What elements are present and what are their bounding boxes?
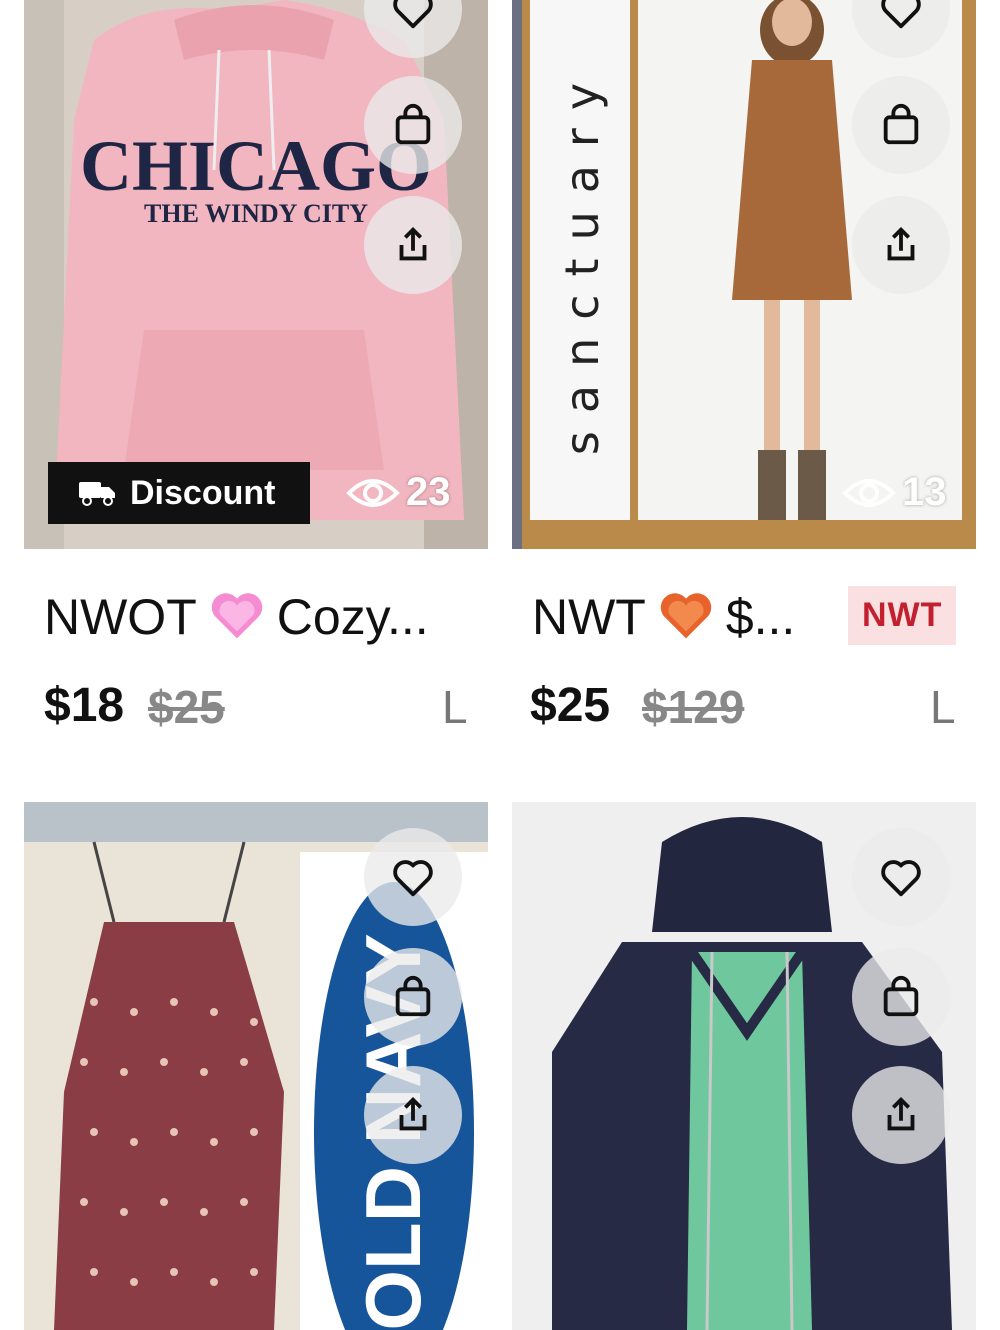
brand-banner: sanctuary <box>555 65 609 455</box>
pink-heart-icon <box>209 589 265 653</box>
share-button[interactable] <box>852 1066 950 1164</box>
eye-icon <box>346 478 400 507</box>
condition-tag: NWT <box>848 586 957 645</box>
sale-price: $25 <box>530 679 611 732</box>
heart-icon <box>393 860 433 897</box>
listing-title-text: NWOT <box>44 589 197 645</box>
discount-badge-label: Discount <box>130 473 276 512</box>
eye-icon <box>842 478 896 507</box>
listing-card[interactable]: OLD NAVY <box>24 802 488 1330</box>
listing-title[interactable]: NWT $... <box>532 588 795 653</box>
shopping-bag-icon <box>395 975 431 1017</box>
share-icon <box>399 226 427 261</box>
listing-title-text: NWT <box>532 589 646 645</box>
add-to-bag-button[interactable] <box>852 948 950 1046</box>
share-button[interactable] <box>364 1066 462 1164</box>
listing-card[interactable]: CHICAGO THE WINDY CITY Discount 23 NWOT … <box>24 0 488 760</box>
add-to-bag-button[interactable] <box>852 76 950 174</box>
listing-title-tail: $... <box>725 589 796 645</box>
size-label: L <box>442 681 468 733</box>
share-icon <box>887 226 915 261</box>
heart-icon <box>393 0 433 29</box>
like-button[interactable] <box>852 828 950 926</box>
truck-icon <box>79 482 115 506</box>
share-icon <box>399 1096 427 1131</box>
sale-price: $18 <box>44 679 125 732</box>
heart-icon <box>881 860 921 897</box>
shopping-bag-icon <box>395 103 431 145</box>
listing-title[interactable]: NWOT Cozy... <box>44 588 429 653</box>
add-to-bag-button[interactable] <box>364 76 462 174</box>
shopping-bag-icon <box>883 975 919 1017</box>
like-button[interactable] <box>364 828 462 926</box>
share-icon <box>887 1096 915 1131</box>
view-count: 23 <box>346 470 451 515</box>
hoodie-print-sub: THE WINDY CITY <box>144 199 368 228</box>
share-button[interactable] <box>852 196 950 294</box>
share-button[interactable] <box>364 196 462 294</box>
size-label: L <box>930 681 956 733</box>
view-count-number: 23 <box>406 470 451 514</box>
listing-card[interactable]: sanctuary 13 NWT $... NWT $25 $129 L <box>512 0 976 760</box>
view-count-number: 13 <box>902 470 947 514</box>
view-count: 13 <box>842 470 947 515</box>
orange-heart-icon <box>658 589 714 653</box>
shopping-bag-icon <box>883 103 919 145</box>
original-price: $129 <box>642 681 745 733</box>
discount-badge: Discount <box>48 462 310 524</box>
add-to-bag-button[interactable] <box>364 948 462 1046</box>
listing-card[interactable] <box>512 802 976 1330</box>
original-price: $25 <box>148 681 225 733</box>
listing-title-tail: Cozy... <box>276 589 429 645</box>
heart-icon <box>881 0 921 29</box>
